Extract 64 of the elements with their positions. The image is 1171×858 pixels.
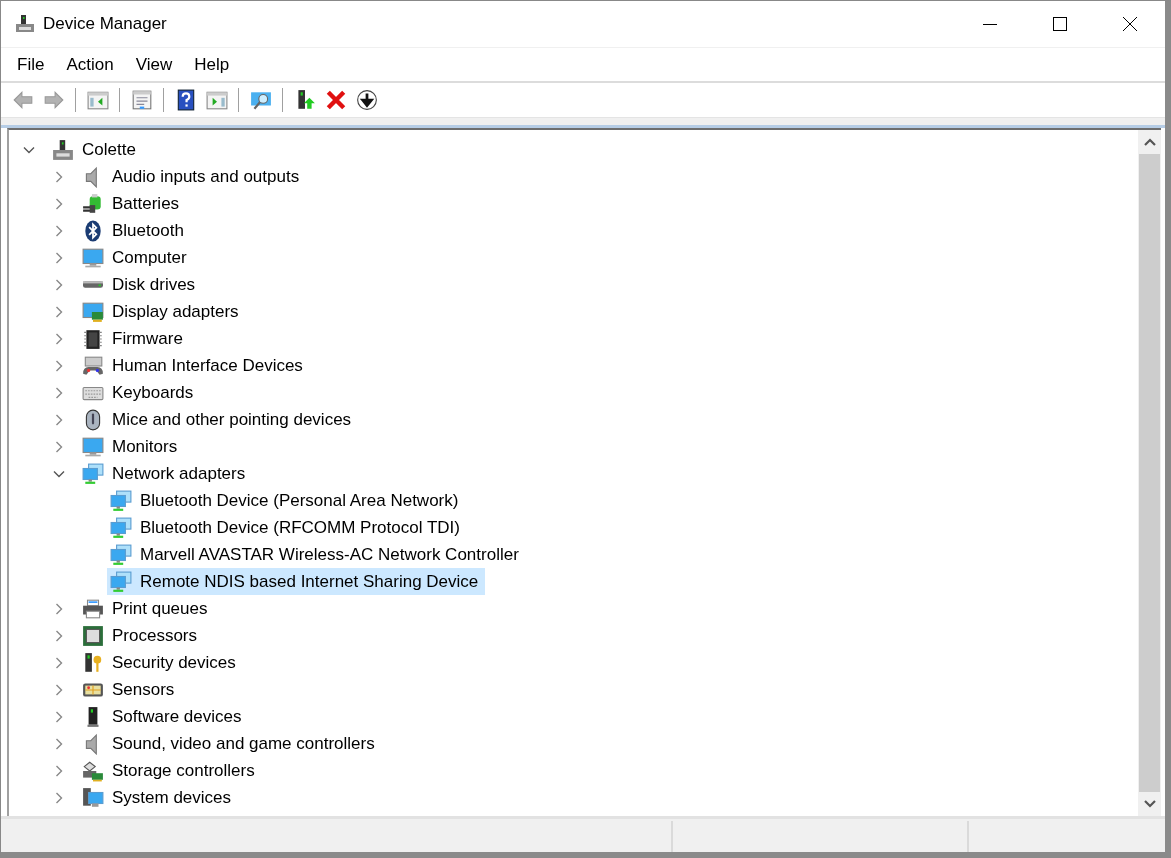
close-icon <box>1122 16 1138 32</box>
network-monitors-icon <box>82 462 104 485</box>
window-title: Device Manager <box>43 14 167 34</box>
tree-item[interactable]: Firmware <box>79 325 190 352</box>
tree-item[interactable]: Remote NDIS based Internet Sharing Device <box>107 568 486 595</box>
menu-item[interactable]: Help <box>186 51 238 78</box>
battery-plug-icon <box>82 192 104 215</box>
bluetooth-icon <box>82 219 104 242</box>
network-monitors-icon <box>110 489 132 512</box>
tree-item[interactable]: Batteries <box>79 190 187 217</box>
window-pane-icon <box>86 89 109 111</box>
tree-item[interactable]: Audio inputs and outputs <box>79 163 307 190</box>
monitor-magnifier-icon <box>249 89 272 111</box>
tree-item[interactable]: Software devices <box>79 703 249 730</box>
tree-item[interactable]: Sensors <box>79 676 182 703</box>
disk-drive-icon <box>83 281 103 288</box>
forward-arrow-icon <box>42 89 65 111</box>
network-monitors-icon <box>110 570 132 593</box>
back-arrow-icon <box>11 89 34 111</box>
window-pane-icon <box>205 89 228 111</box>
network-monitors-icon <box>110 543 132 566</box>
minimize-icon <box>983 23 997 25</box>
tree-item[interactable]: Colette <box>49 136 143 163</box>
tree-item[interactable]: Sound, video and game controllers <box>79 730 382 757</box>
tree-item[interactable]: Network adapters <box>79 460 253 487</box>
processor-icon <box>82 624 104 647</box>
maximize-icon <box>1052 16 1068 32</box>
tree-item[interactable]: Security devices <box>79 649 243 676</box>
tree-item[interactable]: Mice and other pointing devices <box>79 406 359 433</box>
tree-item[interactable]: Processors <box>79 622 205 649</box>
network-monitors-icon <box>110 516 132 539</box>
tree-item[interactable]: Computer <box>79 244 194 271</box>
cross-icon <box>324 89 347 111</box>
scroll-down-icon[interactable] <box>1143 800 1156 808</box>
tree-item[interactable]: Marvell AVASTAR Wireless-AC Network Controller <box>107 541 526 568</box>
scroll-up-icon[interactable] <box>1143 138 1156 146</box>
computer-icon <box>52 138 74 161</box>
tree-item[interactable]: Bluetooth <box>79 217 191 244</box>
menu-item[interactable]: Action <box>58 51 122 78</box>
device-key-icon <box>82 651 104 674</box>
down-arrow-circle-icon <box>355 89 378 111</box>
chip-icon <box>82 327 104 350</box>
tree-item[interactable]: Print queues <box>79 595 215 622</box>
monitor-icon <box>82 246 104 269</box>
menu-item[interactable]: File <box>9 51 53 78</box>
system-devices-icon <box>82 786 104 809</box>
menu-item[interactable]: View <box>127 51 181 78</box>
tree-item[interactable]: Display adapters <box>79 298 246 325</box>
tree-item[interactable]: Disk drives <box>79 271 203 298</box>
tree-item[interactable]: Monitors <box>79 433 185 460</box>
storage-controller-icon <box>82 759 104 782</box>
keyboard-gamepad-icon <box>82 354 104 377</box>
vertical-scrollbar[interactable] <box>1138 130 1161 816</box>
tree-item[interactable]: Bluetooth Device (Personal Area Network) <box>107 487 466 514</box>
monitor-icon <box>82 435 104 458</box>
tree-item[interactable]: Bluetooth Device (RFCOMM Protocol TDI) <box>107 514 467 541</box>
tree-item[interactable]: System devices <box>79 784 239 811</box>
display-card-icon <box>82 300 104 323</box>
tree-item[interactable]: Human Interface Devices <box>79 352 310 379</box>
printer-icon <box>82 597 104 620</box>
computer-icon <box>15 14 35 34</box>
tree-item[interactable]: Keyboards <box>79 379 201 406</box>
tree-item[interactable]: Storage controllers <box>79 757 262 784</box>
properties-icon <box>130 89 153 111</box>
